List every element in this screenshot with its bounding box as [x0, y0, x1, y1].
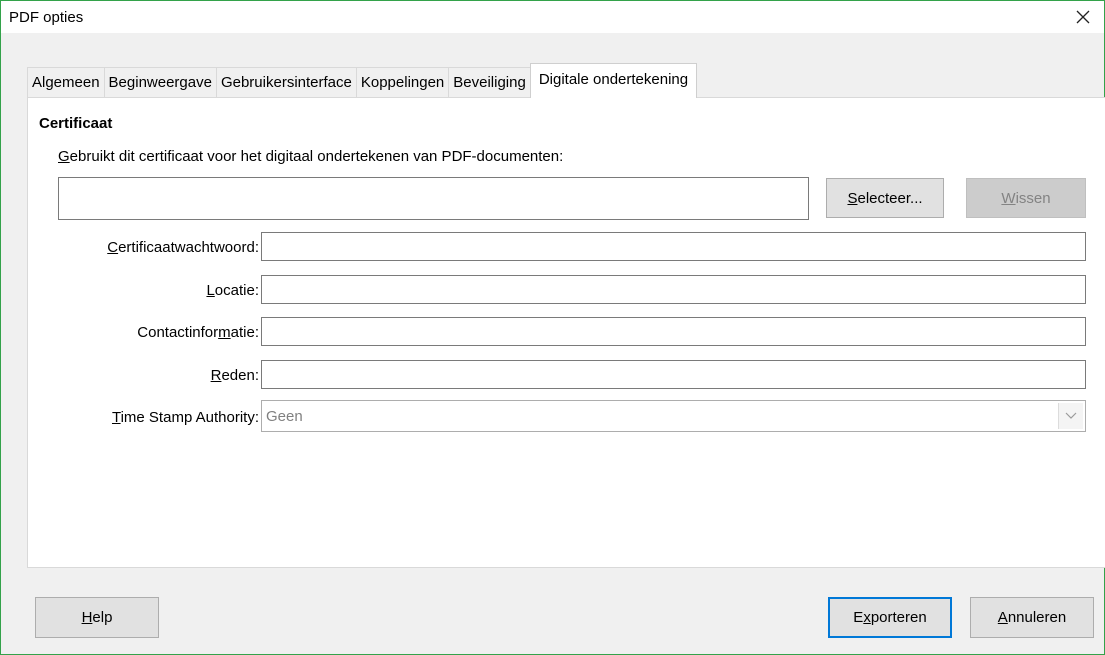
- tab-beginweergave[interactable]: Beginweergave: [103, 67, 217, 98]
- pdf-options-dialog: PDF opties Algemeen Beginweergave Gebrui…: [0, 0, 1105, 655]
- certificate-section-title: Certificaat: [39, 115, 113, 132]
- location-field[interactable]: [261, 275, 1086, 304]
- close-icon[interactable]: [1062, 1, 1104, 33]
- clear-certificate-button[interactable]: Wissen: [966, 178, 1086, 218]
- reason-label: Reden:: [210, 367, 259, 384]
- chevron-down-icon[interactable]: [1058, 403, 1083, 429]
- select-certificate-button[interactable]: Selecteer...: [826, 178, 944, 218]
- certificate-field[interactable]: [58, 177, 809, 220]
- contact-field[interactable]: [261, 317, 1086, 346]
- help-button[interactable]: Help: [35, 597, 159, 638]
- password-field[interactable]: [261, 232, 1086, 261]
- tab-bar: Algemeen Beginweergave Gebruikersinterfa…: [27, 63, 698, 98]
- tab-beveiliging[interactable]: Beveiliging: [448, 67, 531, 98]
- tsa-selected-value: Geen: [266, 408, 303, 425]
- tab-digitale-ondertekening[interactable]: Digitale ondertekening: [529, 63, 698, 98]
- title-bar: PDF opties: [1, 1, 1104, 33]
- export-button[interactable]: Ex porteren: [828, 597, 952, 638]
- tab-algemeen[interactable]: Algemeen: [27, 67, 105, 98]
- tab-koppelingen[interactable]: Koppelingen: [355, 67, 450, 98]
- password-label: Certificaatwachtwoord:: [107, 239, 259, 256]
- window-title: PDF opties: [9, 9, 84, 26]
- tab-panel: Certificaat Gebruikt dit certificaat voo…: [27, 97, 1105, 568]
- location-label: Locatie:: [206, 282, 259, 299]
- tab-gebruikersinterface[interactable]: Gebruikersinterface: [215, 67, 357, 98]
- certificate-description: Gebruikt dit certificaat voor het digita…: [58, 148, 564, 165]
- tsa-label: Time Stamp Authority:: [111, 409, 259, 426]
- tsa-select[interactable]: Geen: [261, 400, 1086, 432]
- reason-field[interactable]: [261, 360, 1086, 389]
- contact-label: Contactinformatie:: [137, 324, 259, 341]
- cancel-button[interactable]: Annuleren: [970, 597, 1094, 638]
